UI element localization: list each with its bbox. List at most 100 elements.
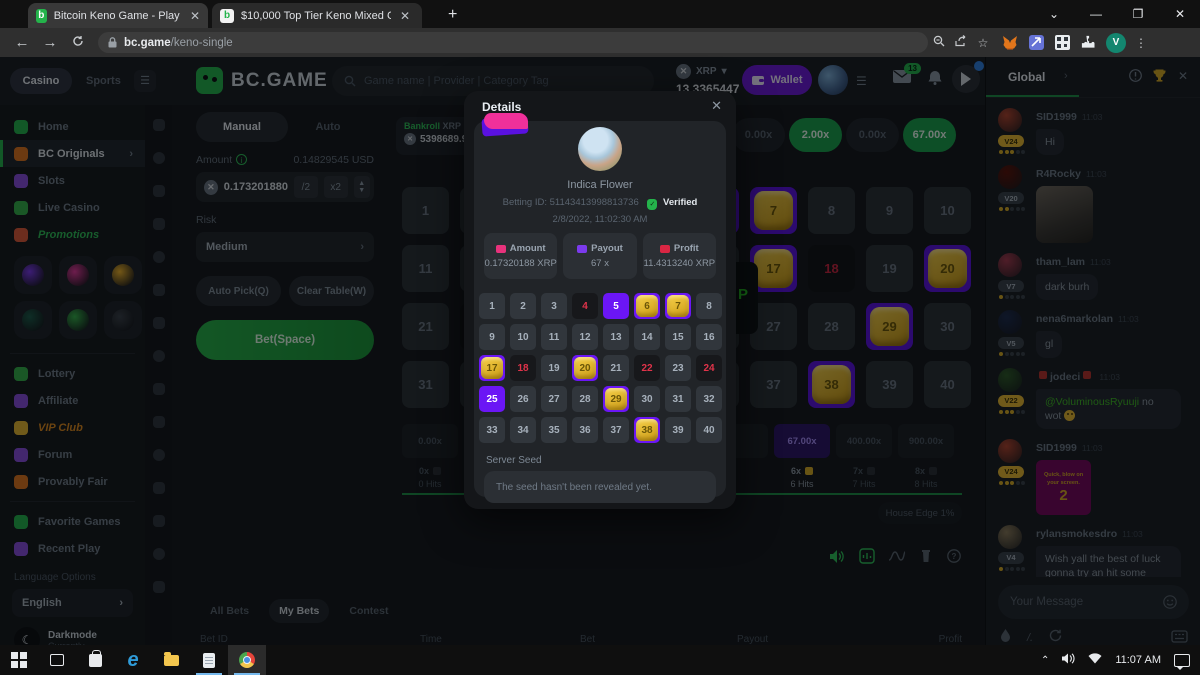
zoom-page-icon[interactable] (928, 35, 950, 50)
keno-number-34[interactable]: 34 (510, 417, 536, 443)
chrome-icon[interactable] (228, 645, 266, 675)
keno-number-24[interactable]: 24 (696, 355, 722, 381)
keno-number-5[interactable]: 5 (603, 293, 629, 319)
bcgame-favicon: b (36, 9, 47, 23)
keno-number-29[interactable]: 29 (603, 386, 629, 412)
start-button[interactable] (0, 645, 38, 675)
keno-number-14[interactable]: 14 (634, 324, 660, 350)
keno-number-20[interactable]: 20 (572, 355, 598, 381)
volume-icon[interactable] (1062, 651, 1075, 669)
keno-number-10[interactable]: 10 (510, 324, 536, 350)
keno-number-38[interactable]: 38 (634, 417, 660, 443)
keno-number-18[interactable]: 18 (510, 355, 536, 381)
windows-taskbar: e ⌃ 11:07 AM (0, 645, 1200, 675)
gold-ball: 7 (667, 295, 689, 317)
keno-number-9[interactable]: 9 (479, 324, 505, 350)
keno-number-26[interactable]: 26 (510, 386, 536, 412)
keno-number-12[interactable]: 12 (572, 324, 598, 350)
modal-title: Details (482, 100, 521, 114)
keno-number-16[interactable]: 16 (696, 324, 722, 350)
server-seed-label: Server Seed (486, 455, 542, 466)
keno-number-4[interactable]: 4 (572, 293, 598, 319)
browser-tab-1[interactable]: b Bitcoin Keno Game - Play Jacks o ✕ (28, 3, 208, 28)
back-icon[interactable]: ← (8, 34, 36, 51)
keno-number-39[interactable]: 39 (665, 417, 691, 443)
url-text: bc.game/keno-single (124, 37, 233, 49)
payout-icon (577, 245, 587, 253)
gold-ball: 29 (605, 388, 627, 410)
player-avatar[interactable] (578, 127, 622, 171)
keno-number-33[interactable]: 33 (479, 417, 505, 443)
new-tab-button[interactable]: + (448, 6, 457, 24)
authenticator-extension-icon[interactable] (1052, 33, 1072, 53)
gold-ball: 17 (481, 357, 503, 379)
maximize-icon[interactable]: ❐ (1118, 0, 1158, 28)
address-bar[interactable]: bc.game/keno-single (98, 32, 928, 53)
edge-icon[interactable]: e (114, 645, 152, 675)
modal-close-icon[interactable]: ✕ (711, 98, 722, 114)
keno-number-22[interactable]: 22 (634, 355, 660, 381)
reload-icon[interactable] (64, 34, 92, 51)
amount-icon (496, 245, 506, 253)
extensions-puzzle-icon[interactable] (1078, 33, 1098, 53)
stat-payout: Payout67 x (563, 233, 636, 279)
keno-number-21[interactable]: 21 (603, 355, 629, 381)
keno-number-7[interactable]: 7 (665, 293, 691, 319)
tab-title: $10,000 Top Tier Keno Mixed Cha (241, 10, 391, 22)
stat-label: Amount (496, 243, 546, 254)
keno-number-36[interactable]: 36 (572, 417, 598, 443)
keno-number-25[interactable]: 25 (479, 386, 505, 412)
minimize-icon[interactable]: — (1076, 0, 1116, 28)
window-menu-icon[interactable]: ⌄ (1034, 0, 1074, 28)
clock[interactable]: 11:07 AM (1115, 654, 1161, 666)
wifi-icon[interactable] (1088, 651, 1102, 669)
keno-number-35[interactable]: 35 (541, 417, 567, 443)
keno-number-40[interactable]: 40 (696, 417, 722, 443)
stat-amount: Amount 0.17320188 XRP (484, 233, 557, 279)
keno-number-19[interactable]: 19 (541, 355, 567, 381)
keno-number-11[interactable]: 11 (541, 324, 567, 350)
player-username[interactable]: Indica Flower (474, 179, 726, 191)
keno-number-8[interactable]: 8 (696, 293, 722, 319)
forward-icon[interactable]: → (36, 34, 64, 51)
store-icon[interactable] (76, 645, 114, 675)
close-window-icon[interactable]: ✕ (1160, 0, 1200, 28)
server-seed-value[interactable]: The seed hasn't been revealed yet. (484, 471, 716, 503)
betting-id-value: 51143413998813736 (550, 197, 639, 208)
keno-number-3[interactable]: 3 (541, 293, 567, 319)
metamask-extension-icon[interactable] (1000, 33, 1020, 53)
extension-icon[interactable] (1026, 33, 1046, 53)
stat-value: 0.17320188 XRP (484, 258, 556, 269)
keno-number-37[interactable]: 37 (603, 417, 629, 443)
keno-number-23[interactable]: 23 (665, 355, 691, 381)
gold-ball: 38 (636, 419, 658, 441)
keno-number-1[interactable]: 1 (479, 293, 505, 319)
modal-keno-grid: 1234567891011121314151617181920212223242… (479, 293, 722, 443)
keno-number-27[interactable]: 27 (541, 386, 567, 412)
stat-value: 11.4313240 XRP (643, 258, 715, 269)
keno-number-31[interactable]: 31 (665, 386, 691, 412)
tab-close-icon[interactable]: ✕ (190, 9, 200, 23)
file-explorer-icon[interactable] (152, 645, 190, 675)
keno-number-32[interactable]: 32 (696, 386, 722, 412)
keno-number-17[interactable]: 17 (479, 355, 505, 381)
browser-tab-2[interactable]: b $10,000 Top Tier Keno Mixed Cha ✕ (212, 3, 422, 28)
tray-expand-icon[interactable]: ⌃ (1041, 655, 1049, 666)
gold-ball: 6 (636, 295, 658, 317)
keno-number-6[interactable]: 6 (634, 293, 660, 319)
bookmark-star-icon[interactable]: ☆ (972, 36, 994, 50)
browser-profile-avatar[interactable]: V (1106, 33, 1126, 53)
task-view-button[interactable] (38, 645, 76, 675)
share-icon[interactable] (950, 35, 972, 50)
action-center-icon[interactable] (1174, 654, 1190, 667)
keno-number-13[interactable]: 13 (603, 324, 629, 350)
browser-menu-icon[interactable]: ⋮ (1130, 36, 1152, 50)
tab-close-icon[interactable]: ✕ (400, 9, 410, 23)
keno-number-15[interactable]: 15 (665, 324, 691, 350)
notepad-icon[interactable] (190, 645, 228, 675)
keno-number-28[interactable]: 28 (572, 386, 598, 412)
keno-number-30[interactable]: 30 (634, 386, 660, 412)
keno-number-2[interactable]: 2 (510, 293, 536, 319)
keno-game-banner-graphic (482, 113, 532, 139)
system-tray: ⌃ 11:07 AM (1041, 651, 1200, 669)
